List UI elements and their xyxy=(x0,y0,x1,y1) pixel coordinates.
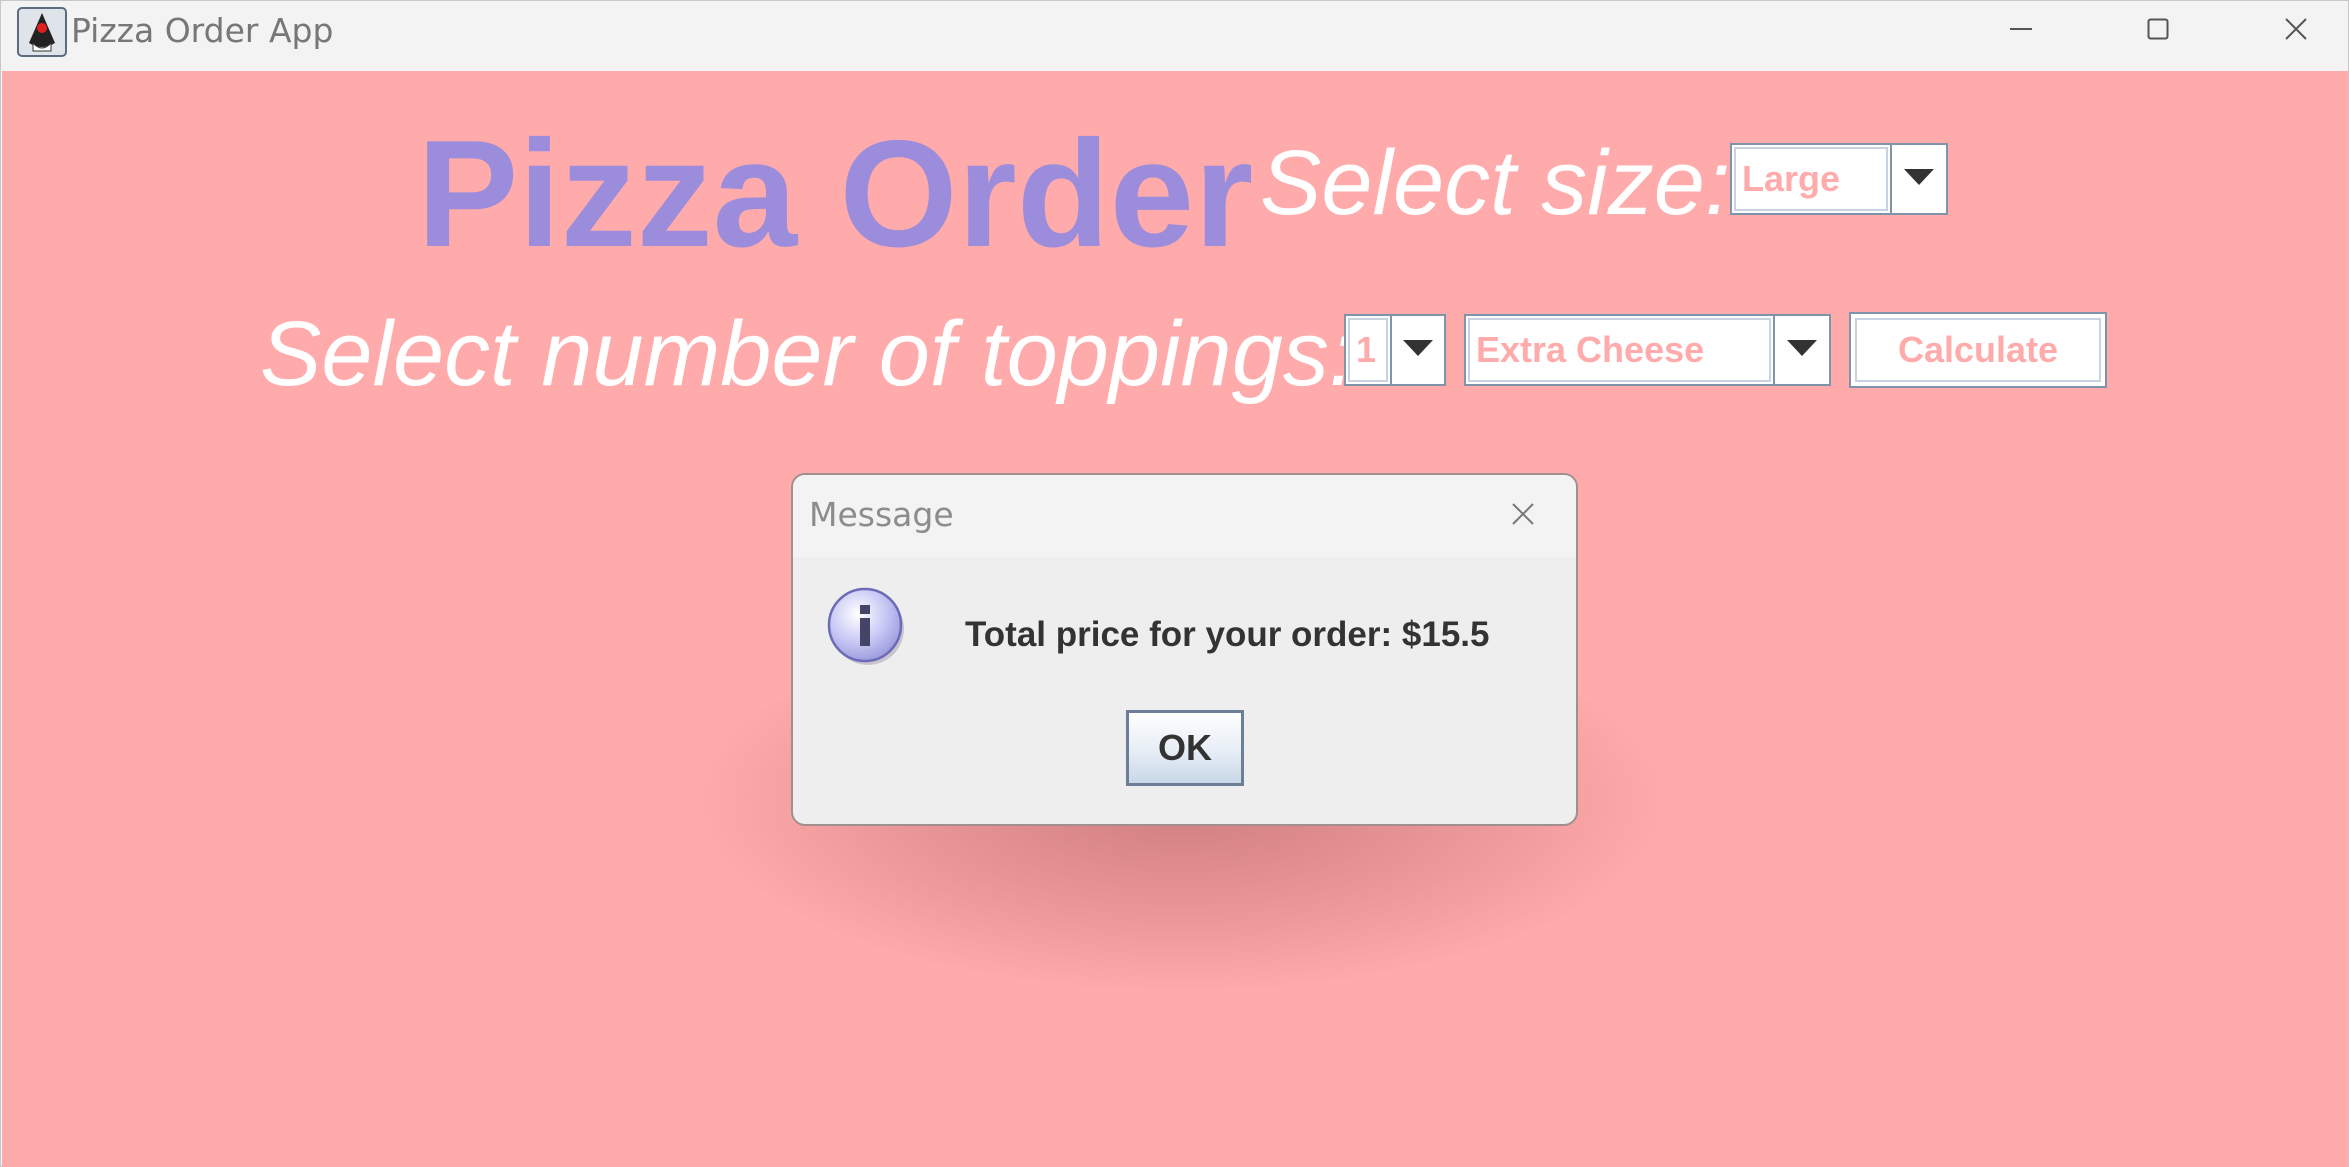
java-duke-icon xyxy=(17,7,67,57)
ok-button[interactable]: OK xyxy=(1126,710,1244,786)
dialog-message: Total price for your order: $15.5 xyxy=(965,615,1490,654)
close-icon xyxy=(1512,502,1534,530)
page-title: Pizza Order xyxy=(417,109,1254,279)
chevron-down-icon xyxy=(1403,339,1433,361)
calculate-button-label: Calculate xyxy=(1855,318,2101,382)
main-panel: Pizza Order Select size: Large Select nu… xyxy=(2,71,2348,1167)
calculate-button[interactable]: Calculate xyxy=(1849,312,2107,388)
info-icon xyxy=(825,585,907,667)
close-icon xyxy=(2285,18,2307,40)
dialog-title-bar: Message xyxy=(793,475,1576,557)
maximize-button[interactable] xyxy=(2108,1,2208,57)
message-dialog: Message Total price for your order: $15.… xyxy=(791,473,1578,826)
dialog-close-button[interactable] xyxy=(1493,489,1553,543)
chevron-down-icon xyxy=(1787,339,1817,361)
size-dropdown-value: Large xyxy=(1734,147,1888,211)
minimize-icon xyxy=(2010,27,2032,31)
size-dropdown-arrow[interactable] xyxy=(1890,145,1946,213)
dialog-title: Message xyxy=(809,495,954,534)
topping-dropdown[interactable]: Extra Cheese xyxy=(1464,314,1831,386)
toppings-count-dropdown[interactable]: 1 xyxy=(1344,314,1446,386)
title-bar: Pizza Order App xyxy=(1,1,2348,71)
topping-dropdown-arrow[interactable] xyxy=(1773,316,1829,384)
topping-dropdown-value: Extra Cheese xyxy=(1468,318,1771,382)
toppings-count-arrow[interactable] xyxy=(1390,316,1444,384)
toppings-count-value: 1 xyxy=(1348,318,1388,382)
size-dropdown[interactable]: Large xyxy=(1730,143,1948,215)
chevron-down-icon xyxy=(1904,168,1934,190)
app-window: Pizza Order App Pizza Order Select size:… xyxy=(0,0,2349,1167)
maximize-icon xyxy=(2147,18,2169,40)
close-button[interactable] xyxy=(2246,1,2346,57)
minimize-button[interactable] xyxy=(1971,1,2071,57)
toppings-label: Select number of toppings: xyxy=(260,303,1355,405)
window-title: Pizza Order App xyxy=(71,11,334,50)
size-label: Select size: xyxy=(1260,132,1731,234)
